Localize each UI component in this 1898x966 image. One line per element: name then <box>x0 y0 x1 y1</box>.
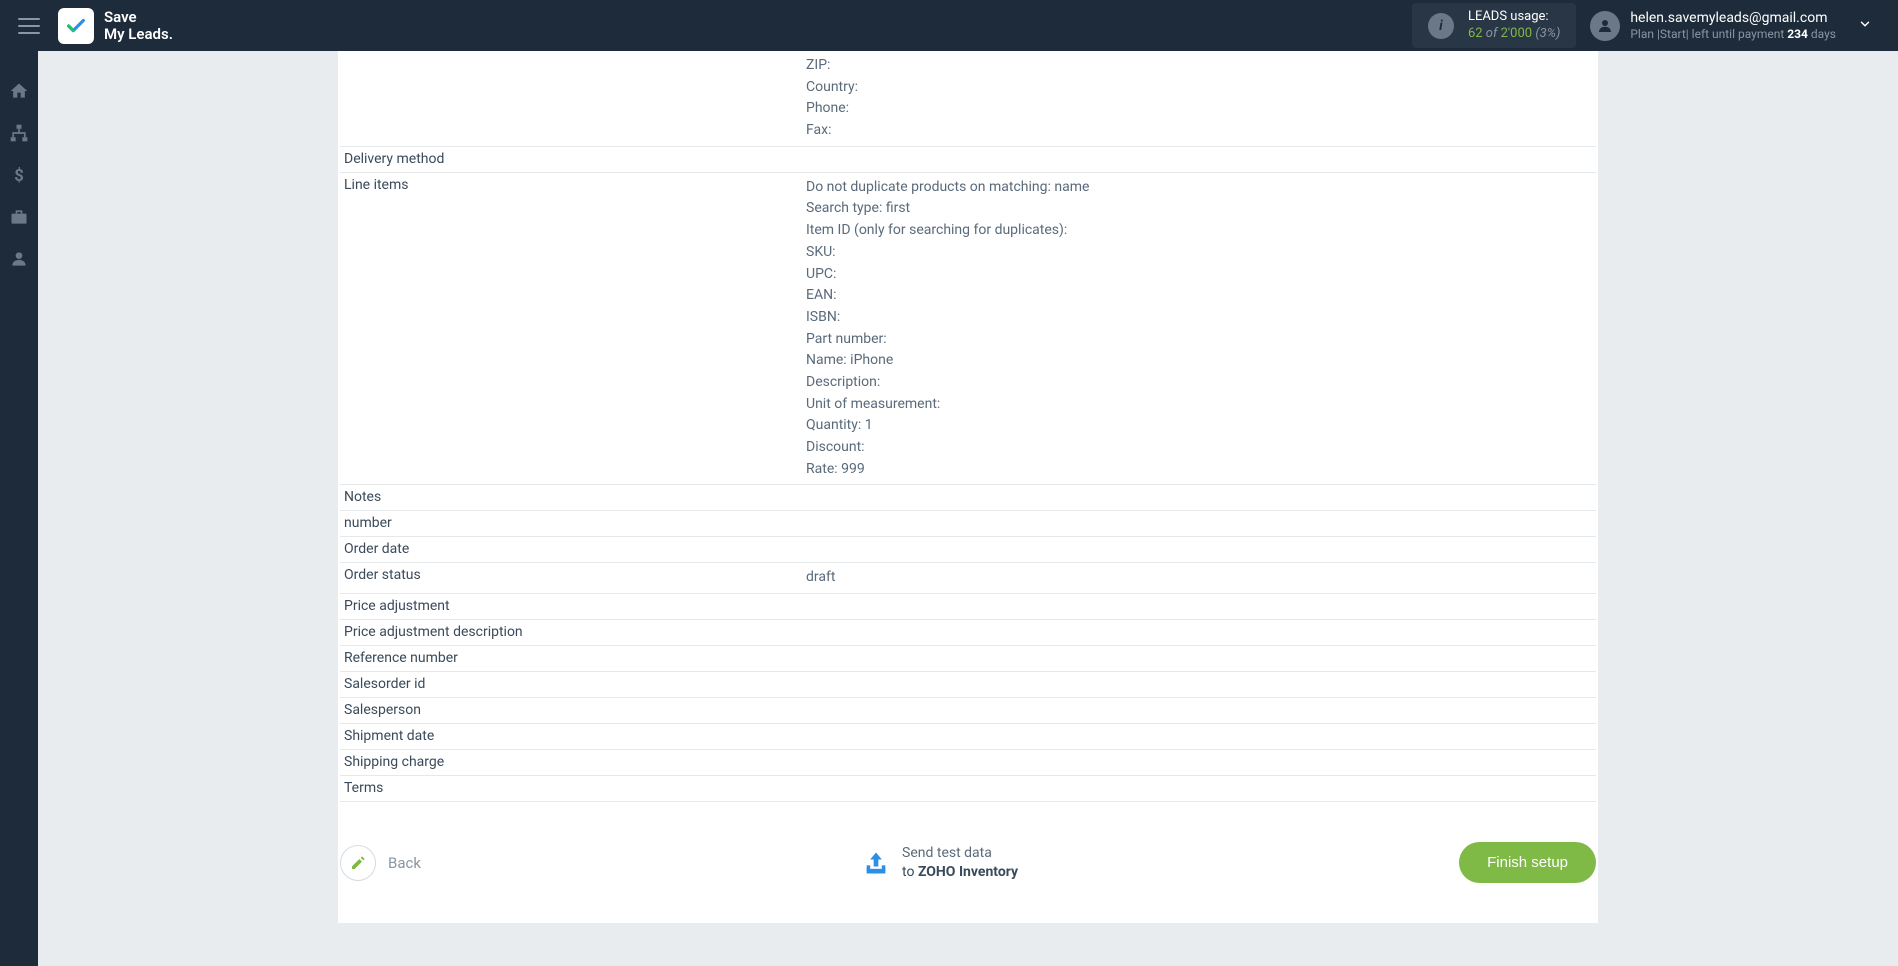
app-logo-text: Save My Leads. <box>104 9 173 42</box>
row-label: Line items <box>340 177 806 193</box>
row-label: Price adjustment <box>340 598 806 614</box>
table-row: Line itemsDo not duplicate products on m… <box>340 173 1596 486</box>
home-icon[interactable] <box>9 81 29 101</box>
main-content: ZIP:Country:Phone:Fax:Delivery method Lin… <box>38 51 1898 966</box>
table-row: ZIP:Country:Phone:Fax: <box>340 51 1596 147</box>
app-logo-icon <box>58 8 94 44</box>
usage-current: 62 <box>1468 26 1483 41</box>
user-account-box[interactable]: helen.savemyleads@gmail.com Plan |Start|… <box>1590 10 1836 41</box>
usage-total: 2'000 <box>1501 26 1533 41</box>
upload-icon <box>862 849 890 877</box>
table-row: Shipping charge <box>340 750 1596 776</box>
row-label: Salesperson <box>340 702 806 718</box>
row-label: Shipping charge <box>340 754 806 770</box>
hamburger-icon[interactable] <box>18 18 40 34</box>
logo-line-2: My Leads. <box>104 26 173 43</box>
table-row: Price adjustment description <box>340 620 1596 646</box>
finish-setup-button[interactable]: Finish setup <box>1459 842 1596 883</box>
send-test-button[interactable]: Send test data to ZOHO Inventory <box>862 844 1018 880</box>
svg-text:$: $ <box>14 167 24 185</box>
send-test-line-1: Send test data <box>902 844 1018 862</box>
sidebar-nav: $ <box>0 51 38 966</box>
row-value: Do not duplicate products on matching: n… <box>806 177 1596 481</box>
card-footer: Back Send test data to ZOHO Inventory Fi… <box>338 802 1598 883</box>
user-icon[interactable] <box>9 249 29 269</box>
row-label: Price adjustment description <box>340 624 806 640</box>
row-label: Order status <box>340 567 806 583</box>
briefcase-icon[interactable] <box>9 207 29 227</box>
row-label: Reference number <box>340 650 806 666</box>
table-row: Shipment date <box>340 724 1596 750</box>
row-label: number <box>340 515 806 531</box>
avatar-icon <box>1590 11 1620 41</box>
row-value: draft <box>806 567 1596 589</box>
row-label: Notes <box>340 489 806 505</box>
table-row: Delivery method <box>340 147 1596 173</box>
table-row: Terms <box>340 776 1596 802</box>
leads-usage-box: i LEADS usage: 62 of 2'000 (3%) <box>1412 3 1576 49</box>
table-row: number <box>340 511 1596 537</box>
logo-line-1: Save <box>104 9 173 26</box>
table-row: Order date <box>340 537 1596 563</box>
usage-pct: (3%) <box>1535 26 1560 41</box>
info-icon: i <box>1428 13 1454 39</box>
setup-card: ZIP:Country:Phone:Fax:Delivery method Lin… <box>338 51 1598 923</box>
table-row: Salesperson <box>340 698 1596 724</box>
usage-values: 62 of 2'000 (3%) <box>1468 26 1560 43</box>
table-row: Salesorder id <box>340 672 1596 698</box>
user-email: helen.savemyleads@gmail.com <box>1630 10 1836 27</box>
row-label: Order date <box>340 541 806 557</box>
chevron-down-icon[interactable] <box>1850 16 1880 35</box>
hierarchy-icon[interactable] <box>9 123 29 143</box>
back-label: Back <box>388 854 421 872</box>
row-label: Salesorder id <box>340 676 806 692</box>
row-value: ZIP:Country:Phone:Fax: <box>806 55 1596 142</box>
row-label: Terms <box>340 780 806 796</box>
row-label: Shipment date <box>340 728 806 744</box>
edit-icon <box>340 845 376 881</box>
user-plan: Plan |Start| left until payment 234 days <box>1630 27 1836 41</box>
table-row: Reference number <box>340 646 1596 672</box>
send-test-line-2: to ZOHO Inventory <box>902 863 1018 881</box>
app-header: Save My Leads. i LEADS usage: 62 of 2'00… <box>0 0 1898 51</box>
usage-label: LEADS usage: <box>1468 9 1560 26</box>
row-label: Delivery method <box>340 151 806 167</box>
table-row: Notes <box>340 485 1596 511</box>
back-button[interactable]: Back <box>340 845 421 881</box>
table-row: Price adjustment <box>340 594 1596 620</box>
table-row: Order statusdraft <box>340 563 1596 594</box>
dollar-icon[interactable]: $ <box>9 165 29 185</box>
